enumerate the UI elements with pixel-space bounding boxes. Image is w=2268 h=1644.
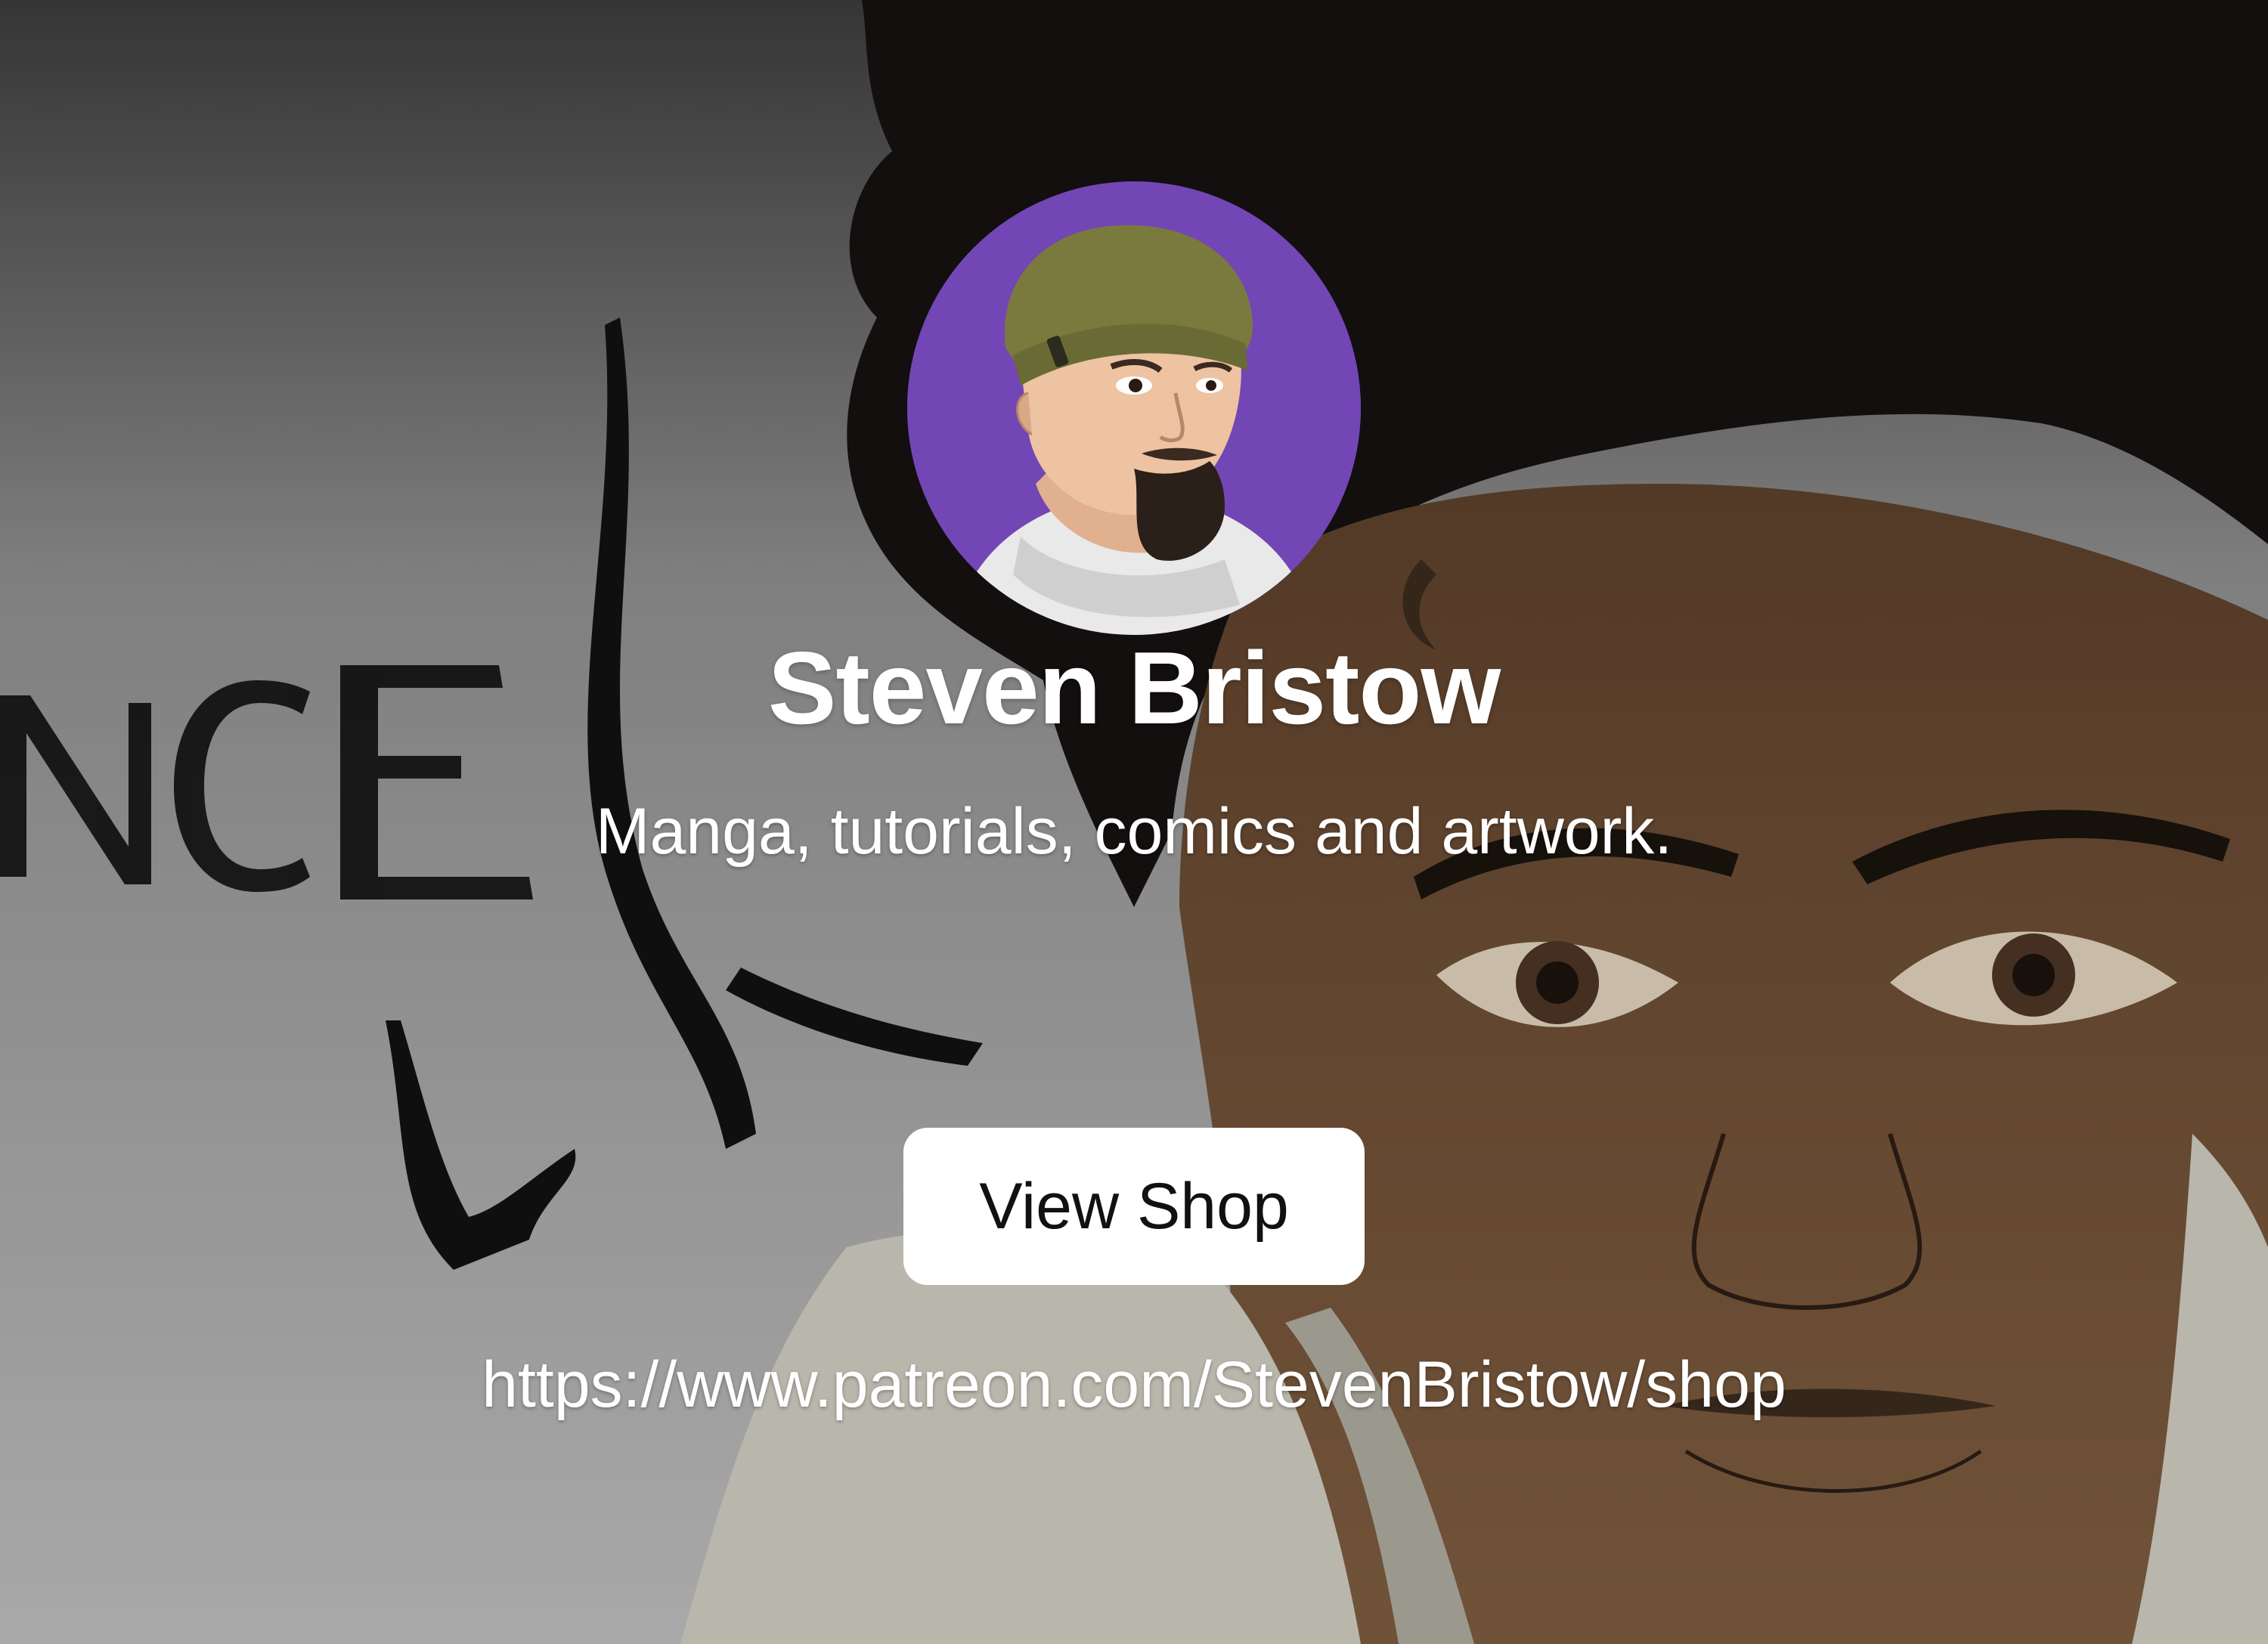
profile-avatar [907,181,1361,635]
view-shop-button[interactable]: View Shop [903,1128,1365,1285]
profile-tagline: Manga, tutorials, comics and artwork. [595,795,1673,868]
page: Steven Bristow Manga, tutorials, comics … [0,0,2268,1644]
shop-url-link[interactable]: https://www.patreon.com/StevenBristow/sh… [446,1342,1822,1429]
profile-name: Steven Bristow [767,630,1501,745]
cartoon-portrait-avatar-icon [907,181,1361,635]
profile-card: Steven Bristow Manga, tutorials, comics … [0,0,2268,1644]
